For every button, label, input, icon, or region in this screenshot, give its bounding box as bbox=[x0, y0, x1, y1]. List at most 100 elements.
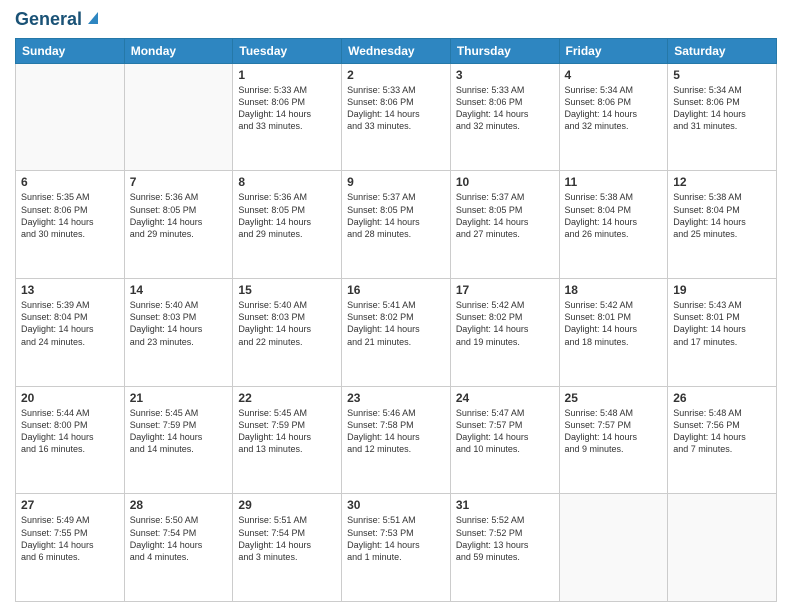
header: General bbox=[15, 10, 777, 30]
weekday-header-row: SundayMondayTuesdayWednesdayThursdayFrid… bbox=[16, 38, 777, 63]
calendar-cell: 21 Sunrise: 5:45 AMSunset: 7:59 PMDayligh… bbox=[124, 386, 233, 494]
calendar-cell bbox=[559, 494, 668, 602]
day-number: 22 bbox=[238, 391, 336, 405]
day-number: 17 bbox=[456, 283, 554, 297]
logo: General bbox=[15, 10, 100, 30]
calendar-cell: 24 Sunrise: 5:47 AMSunset: 7:57 PMDayligh… bbox=[450, 386, 559, 494]
day-number: 29 bbox=[238, 498, 336, 512]
day-number: 28 bbox=[130, 498, 228, 512]
day-info: Sunrise: 5:48 AMSunset: 7:57 PMDaylight:… bbox=[565, 407, 663, 456]
calendar-cell: 17 Sunrise: 5:42 AMSunset: 8:02 PMDayligh… bbox=[450, 279, 559, 387]
calendar-cell: 8Sunrise: 5:36 AMSunset: 8:05 PMDaylight… bbox=[233, 171, 342, 279]
calendar-cell: 10Sunrise: 5:37 AMSunset: 8:05 PMDayligh… bbox=[450, 171, 559, 279]
day-number: 7 bbox=[130, 175, 228, 189]
day-info: Sunrise: 5:45 AMSunset: 7:59 PMDaylight:… bbox=[130, 407, 228, 456]
day-info: Sunrise: 5:33 AMSunset: 8:06 PMDaylight:… bbox=[238, 84, 336, 133]
calendar-cell bbox=[16, 63, 125, 171]
day-info: Sunrise: 5:43 AMSunset: 8:01 PMDaylight:… bbox=[673, 299, 771, 348]
day-number: 24 bbox=[456, 391, 554, 405]
calendar-cell: 15Sunrise: 5:40 AMSunset: 8:03 PMDayligh… bbox=[233, 279, 342, 387]
day-info: Sunrise: 5:50 AMSunset: 7:54 PMDaylight:… bbox=[130, 514, 228, 563]
day-number: 11 bbox=[565, 175, 663, 189]
weekday-friday: Friday bbox=[559, 38, 668, 63]
day-number: 5 bbox=[673, 68, 771, 82]
day-info: Sunrise: 5:38 AMSunset: 8:04 PMDaylight:… bbox=[565, 191, 663, 240]
day-info: Sunrise: 5:47 AMSunset: 7:57 PMDaylight:… bbox=[456, 407, 554, 456]
day-info: Sunrise: 5:51 AMSunset: 7:54 PMDaylight:… bbox=[238, 514, 336, 563]
calendar-cell: 22 Sunrise: 5:45 AMSunset: 7:59 PMDayligh… bbox=[233, 386, 342, 494]
calendar-cell: 13 Sunrise: 5:39 AMSunset: 8:04 PMDayligh… bbox=[16, 279, 125, 387]
calendar-cell: 26 Sunrise: 5:48 AMSunset: 7:56 PMDayligh… bbox=[668, 386, 777, 494]
calendar-week-5: 27 Sunrise: 5:49 AMSunset: 7:55 PMDayligh… bbox=[16, 494, 777, 602]
calendar-cell: 11 Sunrise: 5:38 AMSunset: 8:04 PMDayligh… bbox=[559, 171, 668, 279]
calendar-cell: 18Sunrise: 5:42 AMSunset: 8:01 PMDayligh… bbox=[559, 279, 668, 387]
day-info: Sunrise: 5:35 AMSunset: 8:06 PMDaylight:… bbox=[21, 191, 119, 240]
day-number: 31 bbox=[456, 498, 554, 512]
day-number: 12 bbox=[673, 175, 771, 189]
calendar-cell: 31 Sunrise: 5:52 AMSunset: 7:52 PMDayligh… bbox=[450, 494, 559, 602]
calendar-cell: 6Sunrise: 5:35 AMSunset: 8:06 PMDaylight… bbox=[16, 171, 125, 279]
day-info: Sunrise: 5:39 AMSunset: 8:04 PMDaylight:… bbox=[21, 299, 119, 348]
calendar-cell: 5 Sunrise: 5:34 AMSunset: 8:06 PMDaylight… bbox=[668, 63, 777, 171]
calendar-week-2: 6Sunrise: 5:35 AMSunset: 8:06 PMDaylight… bbox=[16, 171, 777, 279]
day-number: 25 bbox=[565, 391, 663, 405]
day-info: Sunrise: 5:40 AMSunset: 8:03 PMDaylight:… bbox=[238, 299, 336, 348]
day-info: Sunrise: 5:45 AMSunset: 7:59 PMDaylight:… bbox=[238, 407, 336, 456]
day-info: Sunrise: 5:37 AMSunset: 8:05 PMDaylight:… bbox=[347, 191, 445, 240]
day-info: Sunrise: 5:48 AMSunset: 7:56 PMDaylight:… bbox=[673, 407, 771, 456]
calendar-cell bbox=[124, 63, 233, 171]
day-number: 10 bbox=[456, 175, 554, 189]
weekday-sunday: Sunday bbox=[16, 38, 125, 63]
day-info: Sunrise: 5:49 AMSunset: 7:55 PMDaylight:… bbox=[21, 514, 119, 563]
day-info: Sunrise: 5:52 AMSunset: 7:52 PMDaylight:… bbox=[456, 514, 554, 563]
calendar-week-3: 13 Sunrise: 5:39 AMSunset: 8:04 PMDayligh… bbox=[16, 279, 777, 387]
day-number: 9 bbox=[347, 175, 445, 189]
calendar-cell: 7 Sunrise: 5:36 AMSunset: 8:05 PMDaylight… bbox=[124, 171, 233, 279]
calendar-cell: 3 Sunrise: 5:33 AMSunset: 8:06 PMDaylight… bbox=[450, 63, 559, 171]
day-number: 8 bbox=[238, 175, 336, 189]
calendar-cell: 29 Sunrise: 5:51 AMSunset: 7:54 PMDayligh… bbox=[233, 494, 342, 602]
day-info: Sunrise: 5:36 AMSunset: 8:05 PMDaylight:… bbox=[130, 191, 228, 240]
day-number: 19 bbox=[673, 283, 771, 297]
calendar-cell: 20 Sunrise: 5:44 AMSunset: 8:00 PMDayligh… bbox=[16, 386, 125, 494]
calendar-cell: 2 Sunrise: 5:33 AMSunset: 8:06 PMDaylight… bbox=[342, 63, 451, 171]
day-number: 4 bbox=[565, 68, 663, 82]
calendar-cell bbox=[668, 494, 777, 602]
day-number: 30 bbox=[347, 498, 445, 512]
calendar-cell: 16Sunrise: 5:41 AMSunset: 8:02 PMDayligh… bbox=[342, 279, 451, 387]
calendar-cell: 19 Sunrise: 5:43 AMSunset: 8:01 PMDayligh… bbox=[668, 279, 777, 387]
calendar-table: SundayMondayTuesdayWednesdayThursdayFrid… bbox=[15, 38, 777, 602]
day-info: Sunrise: 5:34 AMSunset: 8:06 PMDaylight:… bbox=[673, 84, 771, 133]
weekday-thursday: Thursday bbox=[450, 38, 559, 63]
day-number: 23 bbox=[347, 391, 445, 405]
day-info: Sunrise: 5:38 AMSunset: 8:04 PMDaylight:… bbox=[673, 191, 771, 240]
calendar-cell: 1 Sunrise: 5:33 AMSunset: 8:06 PMDaylight… bbox=[233, 63, 342, 171]
day-number: 3 bbox=[456, 68, 554, 82]
day-number: 20 bbox=[21, 391, 119, 405]
calendar-cell: 4Sunrise: 5:34 AMSunset: 8:06 PMDaylight… bbox=[559, 63, 668, 171]
day-number: 2 bbox=[347, 68, 445, 82]
day-number: 13 bbox=[21, 283, 119, 297]
weekday-saturday: Saturday bbox=[668, 38, 777, 63]
day-info: Sunrise: 5:33 AMSunset: 8:06 PMDaylight:… bbox=[456, 84, 554, 133]
day-number: 21 bbox=[130, 391, 228, 405]
calendar-week-4: 20 Sunrise: 5:44 AMSunset: 8:00 PMDayligh… bbox=[16, 386, 777, 494]
weekday-tuesday: Tuesday bbox=[233, 38, 342, 63]
calendar-cell: 30Sunrise: 5:51 AMSunset: 7:53 PMDayligh… bbox=[342, 494, 451, 602]
page: General SundayMondayTuesdayWednesdayThur… bbox=[0, 0, 792, 612]
calendar-cell: 27 Sunrise: 5:49 AMSunset: 7:55 PMDayligh… bbox=[16, 494, 125, 602]
calendar-cell: 14 Sunrise: 5:40 AMSunset: 8:03 PMDayligh… bbox=[124, 279, 233, 387]
calendar-cell: 23Sunrise: 5:46 AMSunset: 7:58 PMDayligh… bbox=[342, 386, 451, 494]
day-number: 18 bbox=[565, 283, 663, 297]
weekday-monday: Monday bbox=[124, 38, 233, 63]
day-number: 26 bbox=[673, 391, 771, 405]
day-info: Sunrise: 5:42 AMSunset: 8:02 PMDaylight:… bbox=[456, 299, 554, 348]
day-number: 27 bbox=[21, 498, 119, 512]
day-info: Sunrise: 5:44 AMSunset: 8:00 PMDaylight:… bbox=[21, 407, 119, 456]
day-info: Sunrise: 5:40 AMSunset: 8:03 PMDaylight:… bbox=[130, 299, 228, 348]
day-number: 1 bbox=[238, 68, 336, 82]
weekday-wednesday: Wednesday bbox=[342, 38, 451, 63]
day-number: 14 bbox=[130, 283, 228, 297]
day-info: Sunrise: 5:33 AMSunset: 8:06 PMDaylight:… bbox=[347, 84, 445, 133]
calendar-cell: 25 Sunrise: 5:48 AMSunset: 7:57 PMDayligh… bbox=[559, 386, 668, 494]
